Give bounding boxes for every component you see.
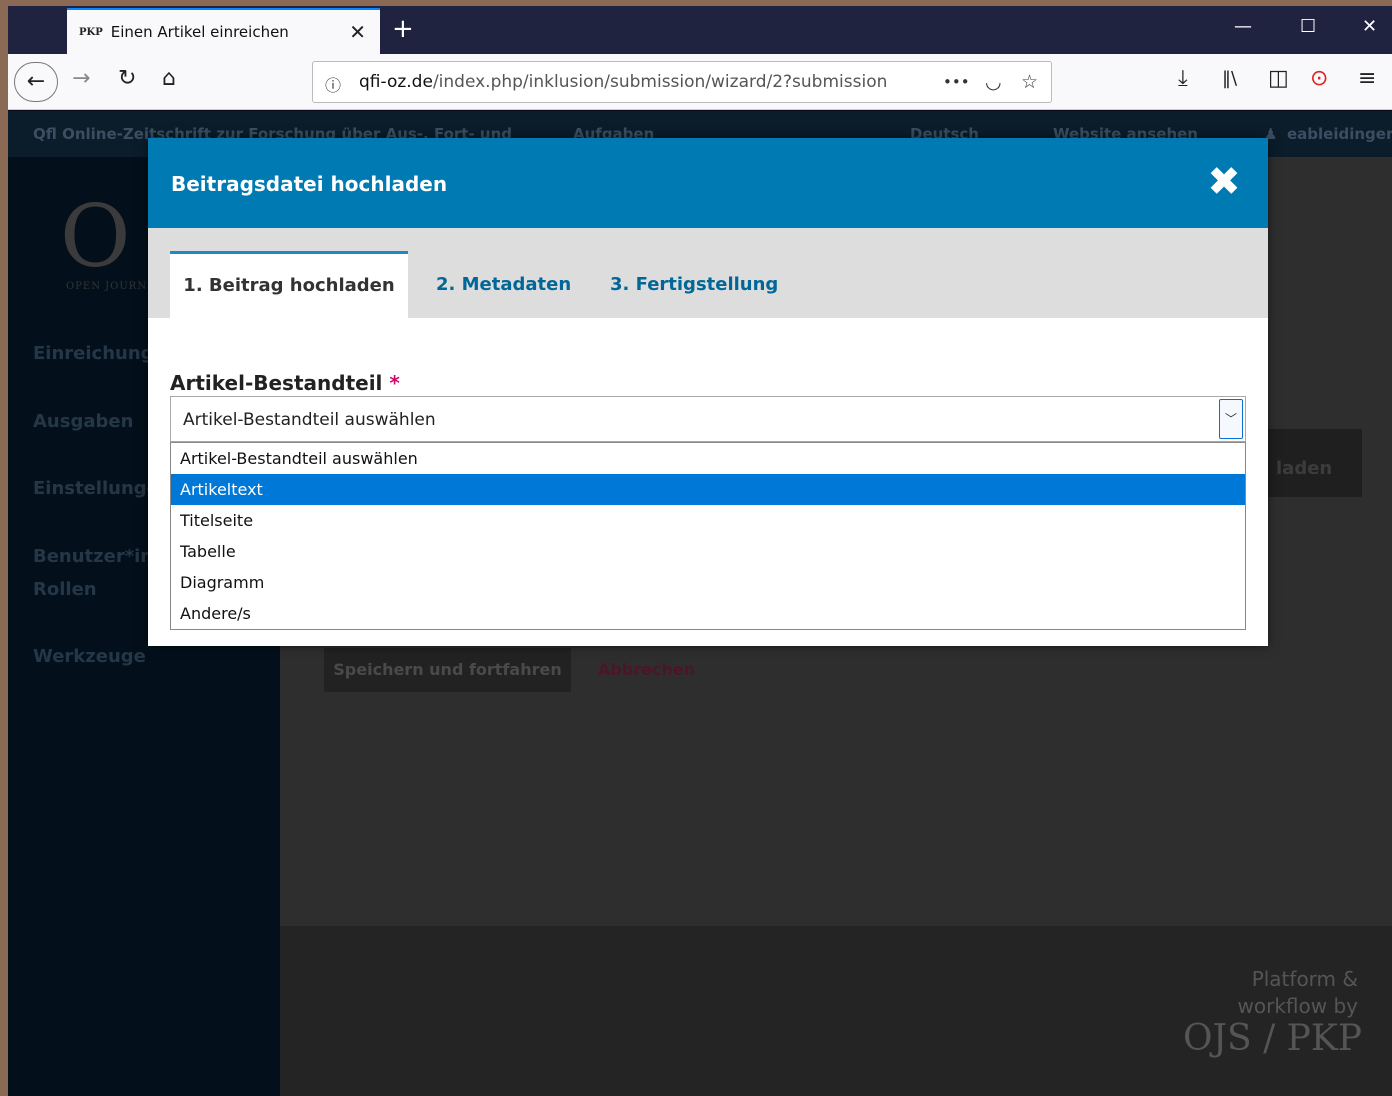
url-bar[interactable]: ⓘ qfi-oz.de/index.php/inklusion/submissi… bbox=[312, 61, 1052, 103]
option-diagram[interactable]: Diagramm bbox=[171, 567, 1245, 598]
sidebar-icon[interactable]: ◫ bbox=[1268, 66, 1289, 92]
forward-icon[interactable]: → bbox=[72, 66, 90, 92]
cancel-link[interactable]: Abbrechen bbox=[598, 660, 695, 679]
tab-finish[interactable]: 3. Fertigstellung bbox=[610, 251, 778, 318]
component-select-value: Artikel-Bestandteil auswählen bbox=[183, 410, 436, 430]
upload-button-label[interactable]: laden bbox=[1276, 458, 1332, 479]
url-path: /index.php/inklusion/submission/wizard/2… bbox=[432, 72, 888, 92]
close-icon[interactable]: ✖ bbox=[1204, 162, 1244, 202]
upload-modal: Beitragsdatei hochladen ✖ 1. Beitrag hoc… bbox=[148, 138, 1268, 646]
extension-icon[interactable]: ⊙ bbox=[1310, 66, 1328, 92]
tab-strip: PKP Einen Artikel einreichen ✕ + — ☐ ✕ bbox=[8, 6, 1392, 54]
footer-line-2: workflow by bbox=[1237, 994, 1358, 1018]
favicon-icon: PKP bbox=[79, 26, 103, 38]
library-icon[interactable]: ‖\ bbox=[1222, 66, 1237, 92]
browser-window: PKP Einen Artikel einreichen ✕ + — ☐ ✕ ←… bbox=[8, 6, 1392, 1096]
logo-subtitle: OPEN JOURN bbox=[66, 281, 148, 292]
option-article-text[interactable]: Artikeltext bbox=[171, 474, 1245, 505]
maximize-icon[interactable]: ☐ bbox=[1300, 16, 1316, 37]
pocket-icon[interactable]: ◡ bbox=[985, 71, 1002, 93]
chevron-down-icon[interactable]: ﹀ bbox=[1219, 399, 1243, 439]
navigation-bar: ← → ↻ ⌂ ⓘ qfi-oz.de/index.php/inklusion/… bbox=[8, 54, 1392, 110]
modal-title: Beitragsdatei hochladen bbox=[171, 172, 448, 196]
url-host: qfi-oz.de bbox=[359, 72, 433, 92]
component-label-text: Artikel-Bestandteil bbox=[170, 371, 383, 395]
modal-header: Beitragsdatei hochladen ✖ bbox=[148, 138, 1268, 228]
wizard-tabs: 1. Beitrag hochladen 2. Metadaten 3. Fer… bbox=[148, 228, 1268, 318]
download-icon[interactable]: ⤓ bbox=[1178, 66, 1188, 92]
back-icon[interactable]: ← bbox=[14, 62, 58, 102]
reload-icon[interactable]: ↻ bbox=[118, 66, 136, 92]
more-icon[interactable]: ••• bbox=[943, 73, 970, 91]
tab-upload[interactable]: 1. Beitrag hochladen bbox=[170, 251, 408, 318]
footer-line-1: Platform & bbox=[1251, 967, 1358, 991]
sidebar-item-tools[interactable]: Werkzeuge bbox=[33, 646, 146, 667]
option-table[interactable]: Tabelle bbox=[171, 536, 1245, 567]
sidebar-item-issues[interactable]: Ausgaben bbox=[33, 411, 133, 432]
footer-credit: Platform & workflow by bbox=[1238, 966, 1358, 1020]
browser-tab[interactable]: PKP Einen Artikel einreichen ✕ bbox=[67, 8, 380, 54]
star-icon[interactable]: ☆ bbox=[1021, 71, 1038, 93]
component-dropdown-list: Artikel-Bestandteil auswählen Artikeltex… bbox=[170, 442, 1246, 630]
close-window-icon[interactable]: ✕ bbox=[1362, 16, 1377, 37]
page-background: Qfl Online-Zeitschrift zur Forschung übe… bbox=[8, 111, 1392, 1096]
info-icon[interactable]: ⓘ bbox=[325, 72, 341, 96]
ojs-pkp-logo[interactable]: OJS / PKP bbox=[1183, 1018, 1362, 1059]
url-text[interactable]: qfi-oz.de/index.php/inklusion/submission… bbox=[359, 72, 899, 92]
user-menu[interactable]: eableidinger bbox=[1287, 125, 1392, 143]
component-select[interactable]: Artikel-Bestandteil auswählen ﹀ bbox=[170, 396, 1246, 442]
new-tab-icon[interactable]: + bbox=[392, 14, 414, 44]
journal-logo: O bbox=[60, 187, 131, 287]
option-title-page[interactable]: Titelseite bbox=[171, 505, 1245, 536]
minimize-icon[interactable]: — bbox=[1234, 16, 1252, 37]
page-footer: Platform & workflow by OJS / PKP bbox=[280, 926, 1392, 1096]
option-other[interactable]: Andere/s bbox=[171, 598, 1245, 629]
tab-metadata[interactable]: 2. Metadaten bbox=[436, 251, 571, 318]
save-continue-button[interactable]: Speichern und fortfahren bbox=[324, 648, 571, 692]
option-select-component[interactable]: Artikel-Bestandteil auswählen bbox=[171, 443, 1245, 474]
close-tab-icon[interactable]: ✕ bbox=[349, 20, 366, 44]
home-icon[interactable]: ⌂ bbox=[162, 66, 176, 92]
menu-icon[interactable]: ≡ bbox=[1358, 66, 1376, 92]
sidebar-item-roles[interactable]: Rollen bbox=[33, 579, 97, 600]
tab-title: Einen Artikel einreichen bbox=[110, 23, 289, 41]
required-marker: * bbox=[389, 371, 400, 395]
component-label: Artikel-Bestandteil * bbox=[170, 371, 400, 395]
